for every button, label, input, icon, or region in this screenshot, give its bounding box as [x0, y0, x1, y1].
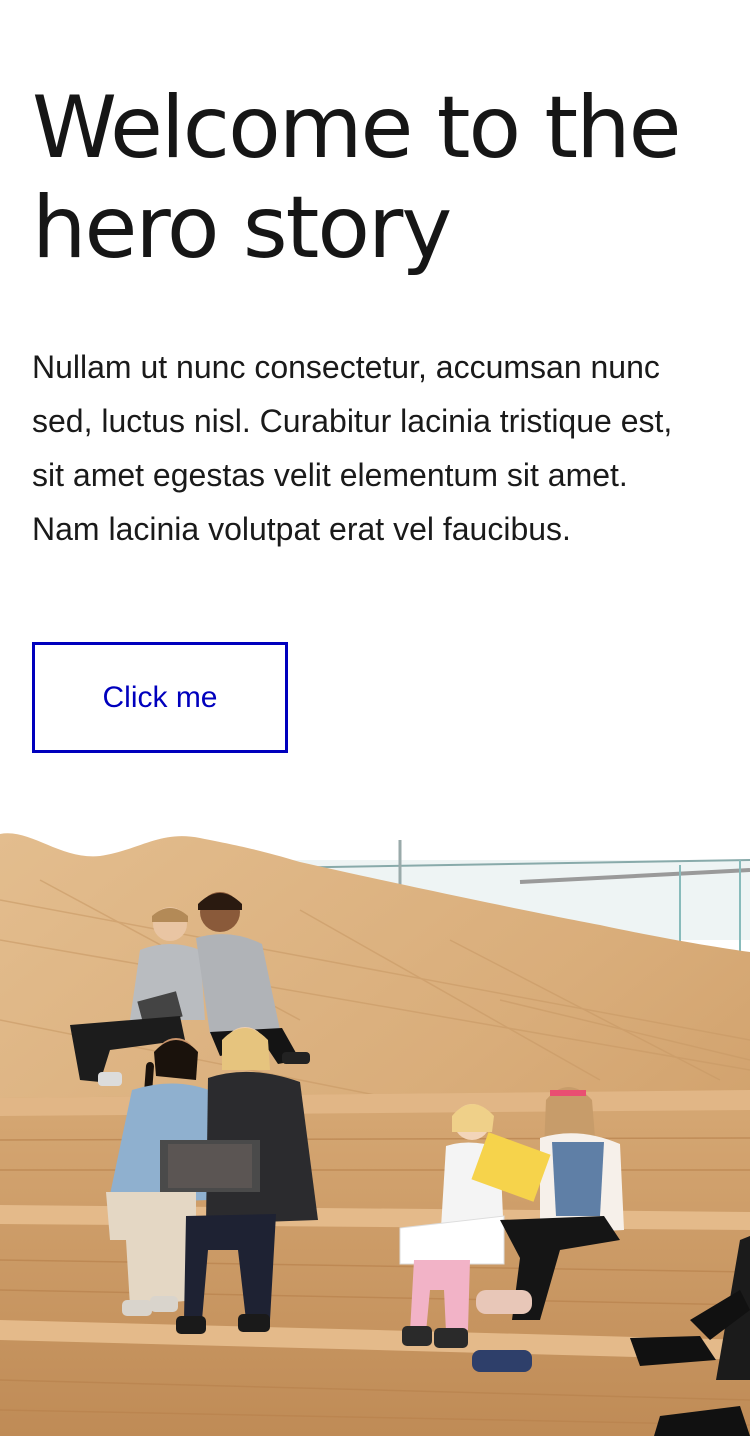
hero-title: Welcome to the hero story	[32, 78, 718, 278]
hero-image	[0, 820, 750, 1436]
click-me-button[interactable]: Click me	[32, 642, 288, 753]
wooden-steps	[0, 1090, 750, 1436]
hero-title-line-1: Welcome to the	[32, 78, 682, 178]
hero-body-text: Nullam ut nunc consectetur, accumsan nun…	[32, 349, 673, 547]
hero-text-block: Welcome to the hero story Nullam ut nunc…	[32, 78, 718, 547]
hero-title-line-2: hero story	[32, 178, 452, 278]
